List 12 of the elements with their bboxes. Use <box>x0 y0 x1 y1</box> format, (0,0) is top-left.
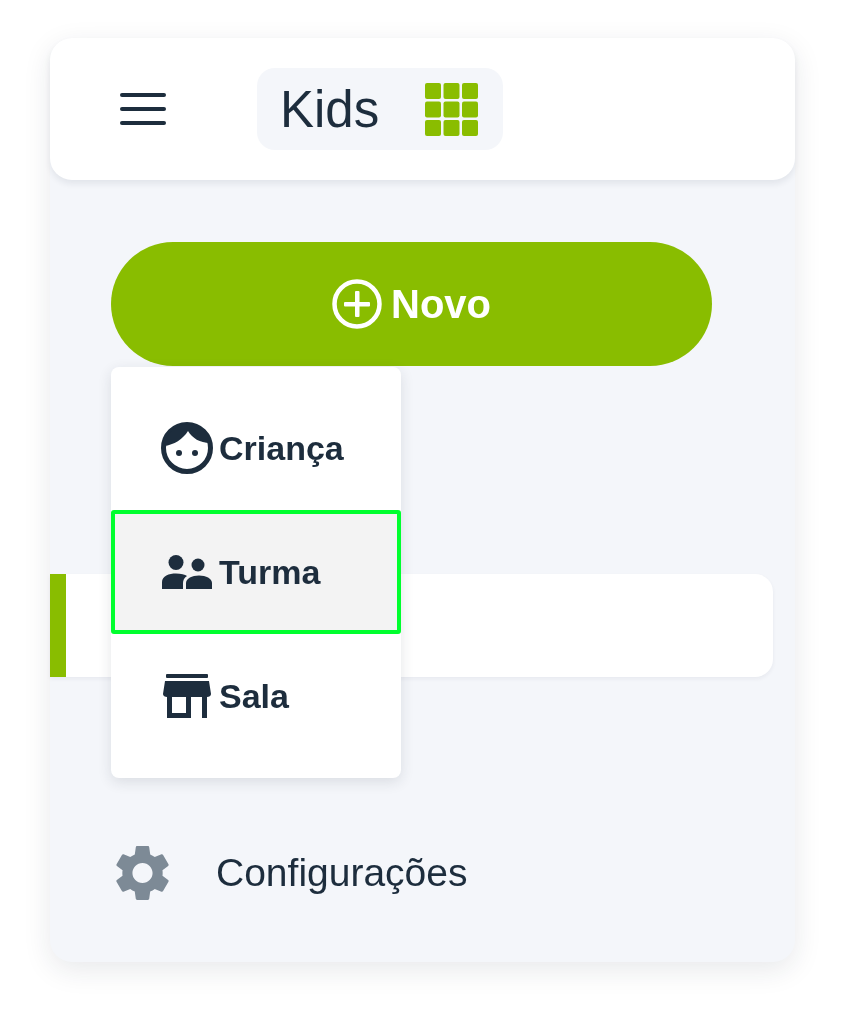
menu-item[interactable]: Turma <box>111 510 401 634</box>
settings-nav-item[interactable]: Configurações <box>50 843 795 903</box>
app-switcher-button[interactable]: Kids <box>257 68 504 150</box>
menu-item[interactable]: Criança <box>111 386 401 510</box>
settings-icon <box>116 845 169 901</box>
menu-icon[interactable] <box>120 93 166 125</box>
menu-item[interactable]: Sala <box>111 634 401 758</box>
store-icon <box>163 674 211 718</box>
grid-icon <box>425 82 479 136</box>
people-icon <box>162 555 212 589</box>
plus-circle-icon <box>332 279 382 329</box>
face-icon <box>161 422 213 474</box>
